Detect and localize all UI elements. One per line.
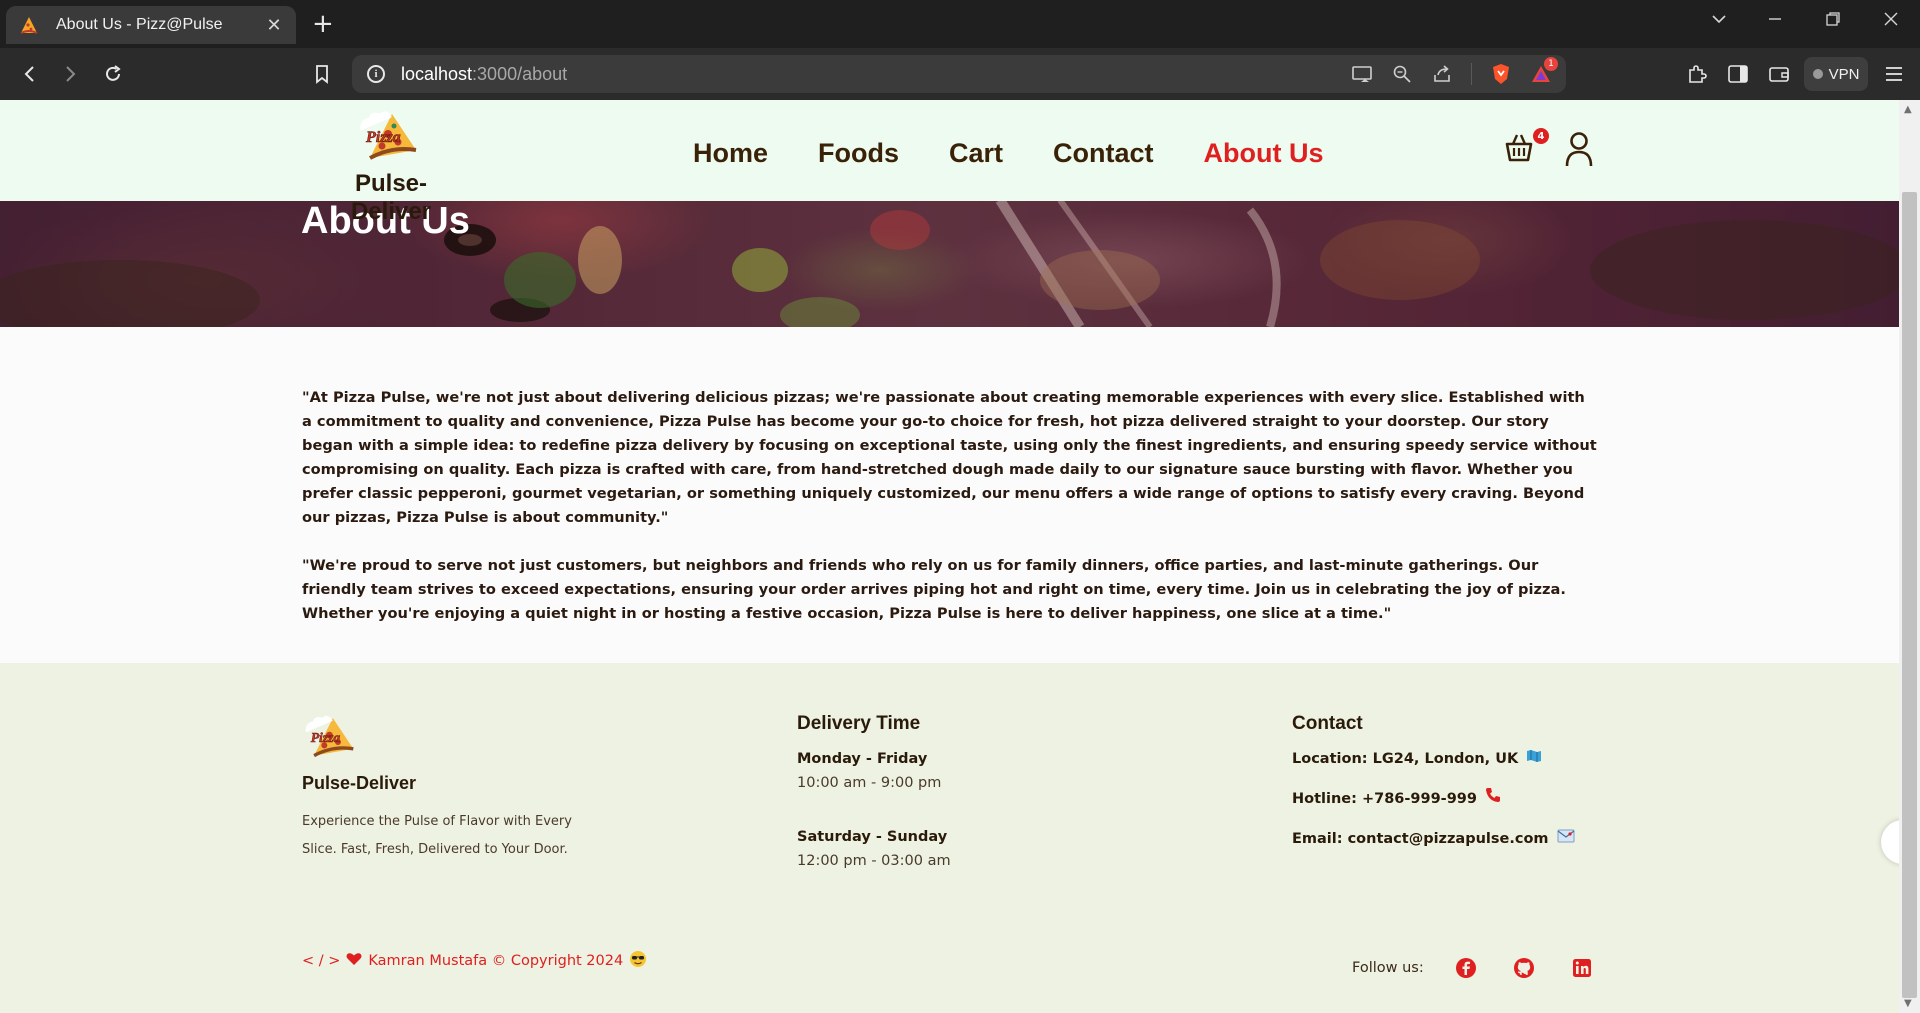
address-bar[interactable]: i localhost:3000/about 1 xyxy=(352,55,1566,93)
pizza-background-image xyxy=(0,200,1899,327)
scroll-down-arrow-icon[interactable]: ▼ xyxy=(1904,998,1912,1009)
share-icon[interactable] xyxy=(1431,63,1453,85)
email-text: Email: contact@pizzapulse.com xyxy=(1292,831,1549,847)
site-header: Pizza Pulse-Deliver Home Foods Cart Cont… xyxy=(0,100,1899,225)
footer-brand-name: Pulse-Deliver xyxy=(302,773,417,793)
follow-label: Follow us: xyxy=(1352,960,1424,976)
vpn-status-dot xyxy=(1812,69,1823,79)
site-logo[interactable]: Pizza Pulse-Deliver xyxy=(316,108,466,226)
tab-title: About Us - Pizz@Pulse xyxy=(56,16,223,33)
footer-description: Experience the Pulse of Flavor with Ever… xyxy=(302,814,572,857)
scrollbar-thumb[interactable] xyxy=(1902,192,1917,998)
location-text: Location: LG24, London, UK xyxy=(1292,751,1519,767)
contact-hotline: Hotline: +786-999-999 xyxy=(1292,787,1575,811)
vpn-button[interactable]: VPN xyxy=(1804,57,1868,91)
about-content: "At Pizza Pulse, we're not just about de… xyxy=(302,386,1598,650)
about-paragraph: "We're proud to serve not just customers… xyxy=(302,557,1566,622)
page-scrollbar[interactable]: ▲ ▼ xyxy=(1899,100,1920,1013)
page-viewport: Pizza Pulse-Deliver Home Foods Cart Cont… xyxy=(0,100,1899,1013)
new-tab-button[interactable]: + xyxy=(312,10,334,38)
copyright-text: Kamran Mustafa © Copyright 2024 xyxy=(368,953,624,969)
bookmark-icon[interactable] xyxy=(310,62,334,86)
brave-shield-icon[interactable] xyxy=(1490,63,1512,85)
delivery-heading: Delivery Time xyxy=(797,713,921,734)
back-arrow-icon[interactable] xyxy=(18,62,42,86)
hero-banner: About Us xyxy=(0,200,1899,327)
close-tab-icon[interactable]: ✕ xyxy=(264,15,284,36)
forward-arrow-icon[interactable] xyxy=(58,62,82,86)
heart-icon xyxy=(346,952,362,970)
url-host: localhost xyxy=(401,63,473,84)
browser-toolbar: i localhost:3000/about 1 VPN xyxy=(0,48,1920,100)
linkedin-icon[interactable] xyxy=(1570,956,1594,980)
brave-rewards-icon[interactable]: 1 xyxy=(1530,57,1558,85)
pizza-logo-icon: Pizza xyxy=(305,715,354,758)
svg-text:Pizza: Pizza xyxy=(311,730,341,745)
svg-text:Pizza: Pizza xyxy=(365,129,401,146)
facebook-icon[interactable] xyxy=(1454,956,1478,980)
scroll-up-arrow-icon[interactable]: ▲ xyxy=(1904,104,1912,115)
nav-contact[interactable]: Contact xyxy=(1053,138,1154,169)
contact-heading: Contact xyxy=(1292,713,1363,734)
pizza-slice-icon xyxy=(18,14,40,36)
hotline-text: Hotline: +786-999-999 xyxy=(1292,791,1477,807)
extensions-icon[interactable] xyxy=(1685,62,1709,86)
weekend-label: Saturday - Sunday xyxy=(797,829,948,845)
sidebar-toggle-icon[interactable] xyxy=(1726,62,1750,86)
map-icon xyxy=(1526,747,1542,771)
github-icon[interactable] xyxy=(1512,956,1536,980)
weekday-hours: 10:00 am - 9:00 pm xyxy=(797,775,942,791)
pizza-logo-icon: Pizza xyxy=(360,111,417,160)
menu-icon[interactable] xyxy=(1882,62,1906,86)
site-info-icon[interactable]: i xyxy=(367,65,385,83)
delivery-time-column: Delivery Time Monday - Friday 10:00 am -… xyxy=(797,713,951,903)
brand-name: Pulse-Deliver xyxy=(350,170,432,225)
weekend-hours: 12:00 pm - 03:00 am xyxy=(797,853,951,869)
reload-icon[interactable] xyxy=(101,62,125,86)
cast-icon[interactable] xyxy=(1351,63,1373,85)
minimize-icon[interactable] xyxy=(1766,10,1784,33)
envelope-icon xyxy=(1557,827,1575,851)
zoom-icon[interactable] xyxy=(1391,63,1413,85)
close-window-icon[interactable] xyxy=(1882,10,1900,33)
cart-count-badge: 4 xyxy=(1533,128,1549,144)
wallet-icon[interactable] xyxy=(1767,62,1791,86)
code-symbol: < / > xyxy=(302,953,341,969)
nav-cart[interactable]: Cart xyxy=(949,138,1003,169)
main-nav: Home Foods Cart Contact About Us xyxy=(693,138,1324,169)
nav-foods[interactable]: Foods xyxy=(818,138,899,169)
social-links: Follow us: xyxy=(1352,956,1628,980)
nav-home[interactable]: Home xyxy=(693,138,768,169)
phone-icon xyxy=(1485,787,1501,811)
weekday-label: Monday - Friday xyxy=(797,751,928,767)
browser-tab-strip: About Us - Pizz@Pulse ✕ + xyxy=(0,0,1920,48)
rewards-badge: 1 xyxy=(1544,57,1558,71)
site-footer: Pizza Pulse-Deliver Experience the Pulse… xyxy=(0,663,1899,1013)
contact-column: Contact Location: LG24, London, UK Hotli… xyxy=(1292,713,1575,867)
browser-tab-active[interactable]: About Us - Pizz@Pulse ✕ xyxy=(6,6,296,44)
tab-search-chevron-icon[interactable] xyxy=(1710,10,1728,33)
contact-location: Location: LG24, London, UK xyxy=(1292,747,1575,771)
nav-about-us[interactable]: About Us xyxy=(1204,138,1324,169)
footer-brand-column: Pizza Pulse-Deliver Experience the Pulse… xyxy=(302,713,592,864)
about-paragraph: "At Pizza Pulse, we're not just about de… xyxy=(302,389,1597,526)
vpn-label: VPN xyxy=(1828,65,1860,83)
url-path: :3000/about xyxy=(472,63,568,84)
user-icon[interactable] xyxy=(1564,130,1596,170)
copyright: < / > Kamran Mustafa © Copyright 2024 xyxy=(302,950,647,972)
restore-icon[interactable] xyxy=(1824,10,1842,33)
sunglasses-emoji-icon xyxy=(629,950,647,972)
contact-email: Email: contact@pizzapulse.com xyxy=(1292,827,1575,851)
